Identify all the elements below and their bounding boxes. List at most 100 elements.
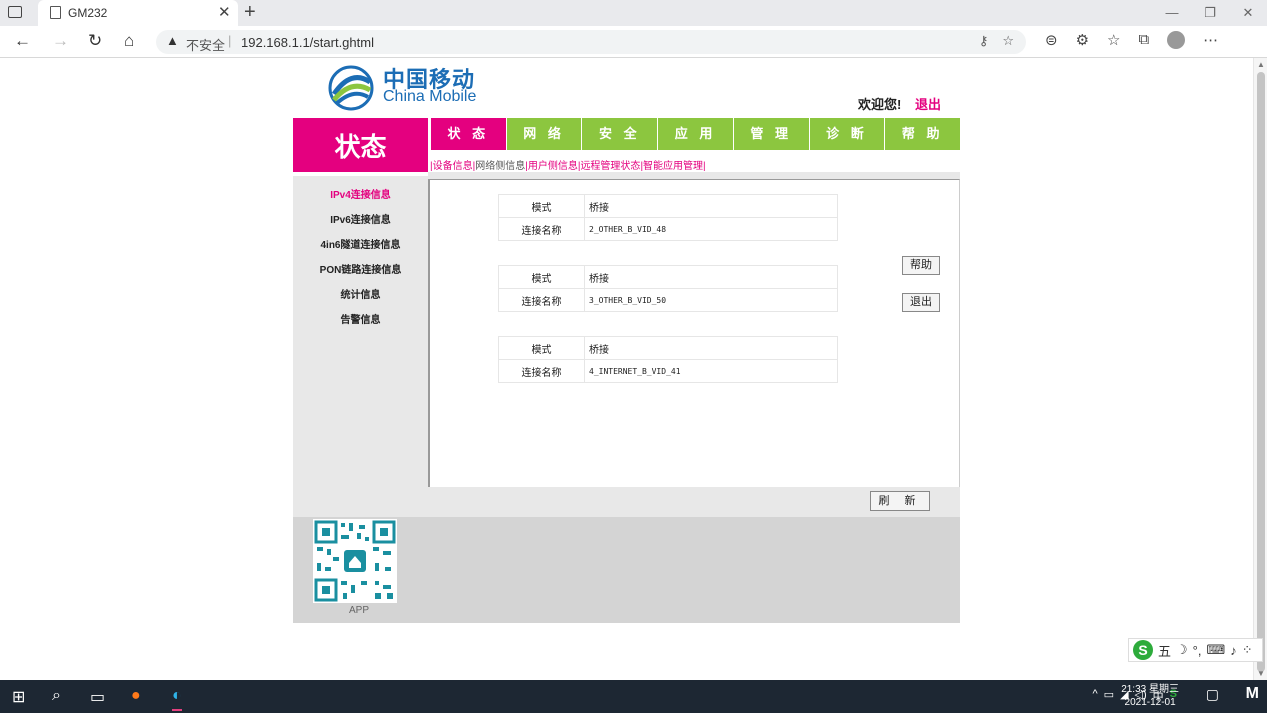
browser-toolbar: ⊜ ⚙ ☆ ⧉ ⋯ [1045, 31, 1218, 49]
subnav-user-side[interactable]: 用户侧信息 [528, 161, 578, 172]
logout-button[interactable]: 退出 [902, 293, 940, 312]
task-view-icon[interactable]: ▭ [90, 687, 105, 707]
reload-icon[interactable]: ↻ [88, 31, 102, 51]
half-width-icon[interactable]: ☽ [1176, 642, 1188, 658]
nav-help[interactable]: 帮 助 [885, 118, 961, 150]
footer: APP [293, 517, 960, 623]
clock[interactable]: 21:33 星期三 2021-12-01 [1121, 683, 1179, 709]
password-key-icon[interactable]: ⚷ [979, 33, 989, 49]
top-navigation: 状 态 网 络 安 全 应 用 管 理 诊 断 帮 助 [430, 118, 961, 150]
keyboard-icon[interactable]: ⌨ [1206, 642, 1225, 658]
sidebar-item-alarms[interactable]: 告警信息 [293, 308, 428, 333]
connection-name-label: 连接名称 [498, 217, 585, 241]
app-logo-icon[interactable]: M [1246, 685, 1259, 703]
browser-tab-bar: GM232 ✕ + — ❐ ✕ [0, 0, 1267, 26]
scrollbar-thumb[interactable] [1257, 72, 1265, 672]
china-mobile-logo-icon [328, 65, 374, 111]
close-tab-icon[interactable]: ✕ [218, 3, 231, 21]
home-icon[interactable]: ⌂ [124, 31, 134, 51]
router-page: 中国移动 China Mobile 欢迎您! 退出 状态 状 态 网 络 安 全… [293, 58, 961, 623]
sidebar-item-ipv6[interactable]: IPv6连接信息 [293, 208, 428, 233]
logo-english-text: China Mobile [383, 88, 477, 105]
table-row: 连接名称 4_INTERNET_B_VID_41 [498, 359, 838, 383]
close-window-icon[interactable]: ✕ [1229, 0, 1267, 26]
taskbar: ⊞ ⌕ ▭ ● ◐ ^ ▭ ◢ ◁) 中 S 21:33 星期三 2021-12… [0, 680, 1267, 713]
left-sidebar: IPv4连接信息 IPv6连接信息 4in6隧道连接信息 PON链路连接信息 统… [293, 176, 428, 487]
voice-icon[interactable]: ♪ [1230, 643, 1237, 658]
tab-actions-icon[interactable] [8, 6, 22, 18]
section-title: 状态 [293, 118, 428, 172]
reader-icon[interactable]: ⊜ [1045, 31, 1058, 49]
ime-menu-icon[interactable]: ⁘ [1242, 642, 1253, 658]
time-text: 21:33 星期三 [1121, 684, 1179, 695]
nav-status[interactable]: 状 态 [431, 118, 506, 150]
firefox-icon[interactable]: ● [131, 687, 141, 705]
mode-value: 桥接 [584, 336, 838, 360]
windows-start-icon[interactable]: ⊞ [12, 687, 25, 707]
page-icon [50, 6, 61, 19]
connection-table: 模式 桥接 连接名称 2_OTHER_B_VID_48 [498, 194, 838, 241]
ime-mode[interactable]: 五 [1158, 641, 1171, 660]
sidebar-item-4in6[interactable]: 4in6隧道连接信息 [293, 233, 428, 258]
subnav-network-side[interactable]: 网络侧信息 [475, 161, 525, 172]
nav-network[interactable]: 网 络 [506, 118, 582, 150]
content-header-strip [428, 172, 960, 179]
subnav-smart-app[interactable]: 智能应用管理 [643, 161, 703, 172]
sidebar-item-ipv4[interactable]: IPv4连接信息 [293, 183, 428, 208]
more-menu-icon[interactable]: ⋯ [1203, 31, 1218, 49]
browser-tab[interactable]: GM232 ✕ [38, 0, 238, 26]
subnav-remote-management[interactable]: 远程管理状态 [580, 161, 640, 172]
qr-code-icon [313, 519, 397, 603]
sub-navigation: |设备信息|网络侧信息|用户侧信息|远程管理状态|智能应用管理| [430, 161, 706, 172]
scroll-up-icon[interactable]: ▲ [1257, 60, 1265, 69]
connection-table: 模式 桥接 连接名称 3_OTHER_B_VID_50 [498, 265, 838, 312]
back-icon[interactable]: ← [14, 31, 31, 51]
nav-management[interactable]: 管 理 [733, 118, 809, 150]
collections-icon[interactable]: ⧉ [1138, 31, 1149, 49]
help-button[interactable]: 帮助 [902, 256, 940, 275]
page-scrollbar[interactable]: ▲ ▼ [1253, 58, 1267, 680]
sidebar-item-pon[interactable]: PON链路连接信息 [293, 258, 428, 283]
favorites-icon[interactable]: ☆ [1107, 31, 1120, 49]
restore-icon[interactable]: ❐ [1191, 0, 1229, 26]
mode-label: 模式 [498, 336, 585, 360]
edge-icon[interactable]: ◐ [172, 687, 182, 711]
forward-icon[interactable]: → [52, 31, 69, 51]
battery-icon[interactable]: ▭ [1104, 688, 1114, 704]
new-tab-button[interactable]: + [244, 1, 256, 24]
connection-name-value: 2_OTHER_B_VID_48 [584, 217, 838, 241]
show-hidden-icon[interactable]: ^ [1092, 688, 1097, 704]
punctuation-icon[interactable]: °, [1193, 643, 1202, 658]
subnav-device-info[interactable]: 设备信息 [433, 161, 473, 172]
notification-icon[interactable]: ▢ [1206, 686, 1219, 703]
sidebar-item-statistics[interactable]: 统计信息 [293, 283, 428, 308]
profile-avatar[interactable] [1167, 31, 1186, 49]
table-row: 模式 桥接 [498, 265, 838, 289]
table-row: 模式 桥接 [498, 336, 838, 360]
sogou-ime-icon[interactable]: S [1133, 640, 1153, 660]
connection-table: 模式 桥接 连接名称 4_INTERNET_B_VID_41 [498, 336, 838, 383]
minimize-icon[interactable]: — [1153, 0, 1191, 26]
url-text[interactable]: 192.168.1.1/start.ghtml [241, 35, 374, 50]
extensions-icon[interactable]: ⚙ [1076, 31, 1089, 49]
mode-value: 桥接 [584, 265, 838, 289]
mode-label: 模式 [498, 265, 585, 289]
scroll-down-icon[interactable]: ▼ [1257, 669, 1265, 678]
content-panel: 模式 桥接 连接名称 2_OTHER_B_VID_48 模式 桥接 连接名称 3… [428, 179, 960, 487]
favorite-star-icon[interactable]: ☆ [1002, 33, 1014, 49]
security-status[interactable]: 不安全 [186, 35, 225, 54]
search-icon[interactable]: ⌕ [52, 687, 61, 705]
url-field[interactable]: ▲ 不安全 | 192.168.1.1/start.ghtml ⚷ ☆ [156, 30, 1026, 54]
refresh-button[interactable]: 刷 新 [870, 491, 930, 511]
mode-label: 模式 [498, 194, 585, 218]
date-text: 2021-12-01 [1124, 697, 1176, 708]
logout-link[interactable]: 退出 [915, 94, 941, 113]
nav-application[interactable]: 应 用 [658, 118, 733, 150]
connection-name-value: 4_INTERNET_B_VID_41 [584, 359, 838, 383]
connection-name-value: 3_OTHER_B_VID_50 [584, 288, 838, 312]
window-controls: — ❐ ✕ [1153, 0, 1267, 26]
warning-icon[interactable]: ▲ [166, 33, 179, 48]
url-divider: | [228, 33, 232, 48]
nav-diagnosis[interactable]: 诊 断 [809, 118, 885, 150]
nav-security[interactable]: 安 全 [582, 118, 658, 150]
